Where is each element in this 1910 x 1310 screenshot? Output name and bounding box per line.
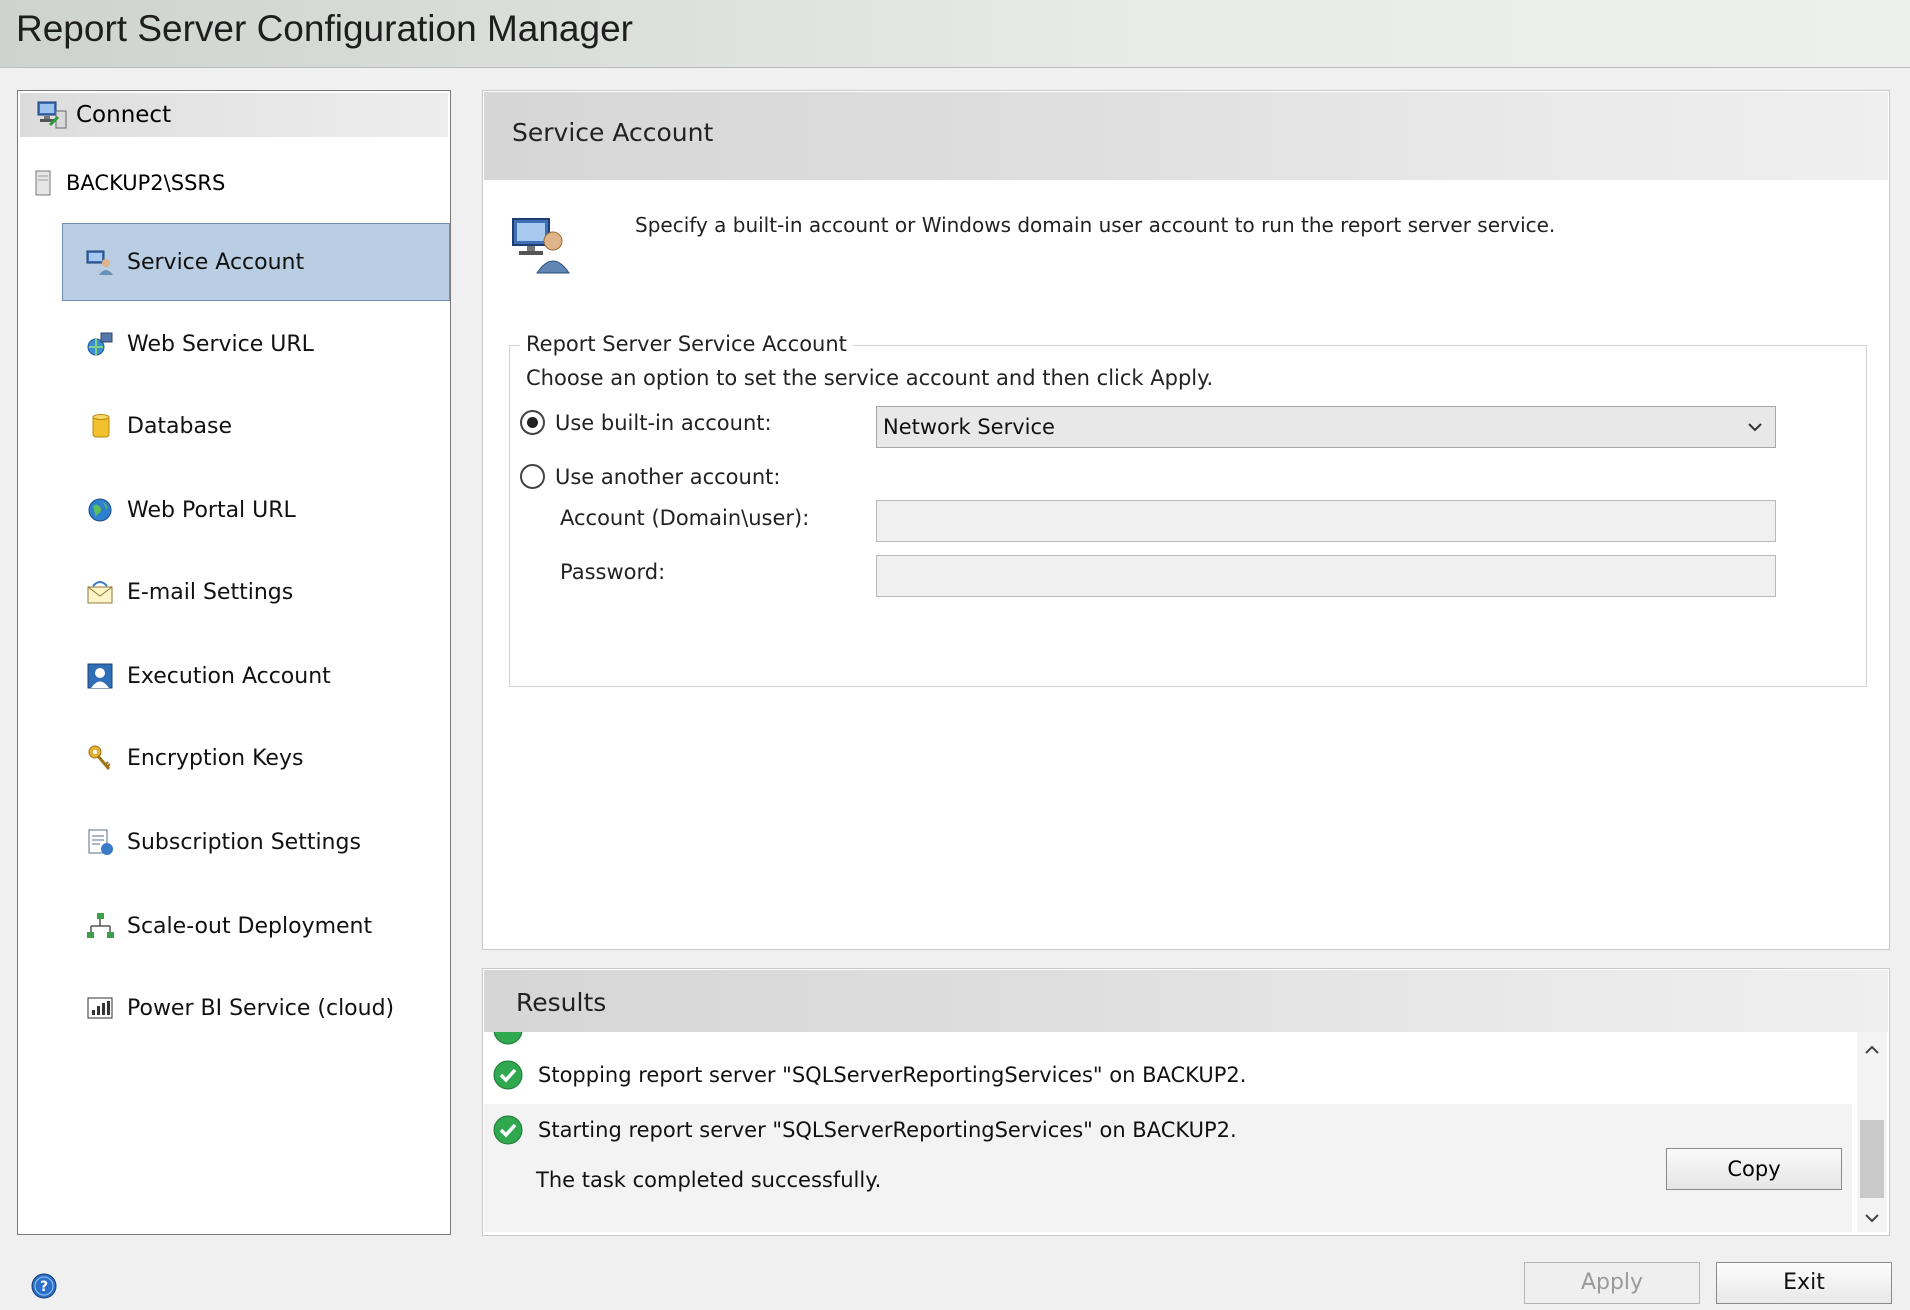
service-account-panel: Service Account Specify a built-in accou… bbox=[482, 90, 1890, 950]
globe-icon bbox=[88, 498, 112, 522]
nav-item-scale-out-deployment[interactable]: Scale-out Deployment bbox=[62, 887, 450, 965]
connect-button[interactable]: Connect bbox=[20, 93, 448, 137]
check-icon bbox=[493, 1060, 523, 1090]
results-panel: Results Stopping report server "SQLServe… bbox=[482, 968, 1890, 1236]
nav-item-label: Execution Account bbox=[127, 663, 331, 689]
group-instruction: Choose an option to set the service acco… bbox=[526, 366, 1214, 390]
nav-item-email-settings[interactable]: E-mail Settings bbox=[62, 553, 450, 631]
title-bar: Report Server Configuration Manager bbox=[0, 0, 1910, 68]
results-header: Results bbox=[484, 970, 1888, 1032]
connect-icon bbox=[37, 101, 67, 129]
chevron-down-icon[interactable] bbox=[1864, 1210, 1880, 1226]
chevron-down-icon bbox=[1748, 423, 1762, 432]
email-icon bbox=[87, 581, 113, 604]
service-account-large-icon bbox=[512, 218, 570, 274]
execution-account-icon bbox=[87, 663, 113, 689]
window-title: Report Server Configuration Manager bbox=[16, 8, 633, 49]
builtin-account-option[interactable]: Use built-in account: bbox=[520, 410, 772, 435]
nav-item-label: Web Service URL bbox=[127, 331, 314, 357]
another-account-option[interactable]: Use another account: bbox=[520, 464, 780, 489]
results-scrollbar[interactable] bbox=[1857, 1032, 1887, 1232]
keys-icon bbox=[88, 745, 111, 770]
service-account-icon bbox=[86, 250, 113, 275]
scrollbar-thumb[interactable] bbox=[1860, 1120, 1884, 1198]
builtin-account-label: Use built-in account: bbox=[555, 410, 772, 435]
result-text: Starting report server "SQLServerReporti… bbox=[538, 1118, 1237, 1142]
server-node[interactable]: BACKUP2\SSRS bbox=[32, 169, 225, 197]
panel-header: Service Account bbox=[484, 92, 1888, 180]
nav-item-web-service-url[interactable]: Web Service URL bbox=[62, 305, 450, 383]
nav-item-encryption-keys[interactable]: Encryption Keys bbox=[62, 719, 450, 797]
nav-item-label: Scale-out Deployment bbox=[127, 913, 373, 939]
nav-item-database[interactable]: Database bbox=[62, 387, 450, 465]
group-legend: Report Server Service Account bbox=[520, 332, 853, 356]
connect-label: Connect bbox=[76, 102, 172, 128]
subscription-icon bbox=[88, 829, 113, 855]
nav-item-web-portal-url[interactable]: Web Portal URL bbox=[62, 471, 450, 549]
scale-out-icon bbox=[87, 913, 114, 938]
nav-item-label: Web Portal URL bbox=[127, 497, 296, 523]
builtin-account-value: Network Service bbox=[883, 415, 1055, 439]
results-title: Results bbox=[516, 988, 607, 1017]
check-icon bbox=[493, 1115, 523, 1145]
nav-item-subscription-settings[interactable]: Subscription Settings bbox=[62, 803, 450, 881]
password-input[interactable] bbox=[876, 555, 1776, 597]
results-list: Stopping report server "SQLServerReporti… bbox=[484, 1032, 1852, 1232]
nav-item-label: Service Account bbox=[127, 249, 305, 275]
builtin-account-dropdown[interactable]: Network Service bbox=[876, 406, 1776, 448]
account-input[interactable] bbox=[876, 500, 1776, 542]
another-account-radio[interactable] bbox=[520, 464, 545, 489]
help-icon[interactable]: ? bbox=[30, 1272, 58, 1300]
builtin-account-radio[interactable] bbox=[520, 410, 545, 435]
result-text: Stopping report server "SQLServerReporti… bbox=[538, 1063, 1247, 1087]
nav-item-label: E-mail Settings bbox=[127, 579, 294, 605]
task-status-message: The task completed successfully. bbox=[536, 1168, 882, 1192]
database-icon bbox=[92, 414, 110, 438]
navigation-pane: Connect BACKUP2\SSRS Service Account Web… bbox=[17, 90, 451, 1235]
nav-item-label: Encryption Keys bbox=[127, 745, 304, 771]
another-account-label: Use another account: bbox=[555, 464, 781, 489]
password-label: Password: bbox=[560, 560, 666, 584]
nav-item-power-bi-service[interactable]: Power BI Service (cloud) bbox=[62, 969, 450, 1047]
copy-button[interactable]: Copy bbox=[1666, 1148, 1842, 1190]
exit-button[interactable]: Exit bbox=[1716, 1262, 1892, 1304]
apply-button[interactable]: Apply bbox=[1524, 1262, 1700, 1304]
panel-description: Specify a built-in account or Windows do… bbox=[635, 213, 1556, 237]
account-label: Account (Domain\user): bbox=[560, 506, 810, 530]
server-label: BACKUP2\SSRS bbox=[66, 171, 226, 195]
server-icon bbox=[35, 170, 51, 196]
nav-item-label: Subscription Settings bbox=[127, 829, 361, 855]
nav-item-label: Database bbox=[127, 413, 232, 439]
panel-title: Service Account bbox=[512, 118, 714, 147]
nav-item-execution-account[interactable]: Execution Account bbox=[62, 637, 450, 715]
web-service-url-icon bbox=[87, 332, 113, 356]
nav-item-label: Power BI Service (cloud) bbox=[127, 995, 395, 1021]
service-account-group: Report Server Service Account Choose an … bbox=[509, 332, 1867, 687]
svg-text:?: ? bbox=[40, 1279, 48, 1295]
power-bi-icon bbox=[87, 997, 113, 1019]
check-icon bbox=[493, 1032, 523, 1045]
nav-item-service-account[interactable]: Service Account bbox=[62, 223, 450, 301]
chevron-up-icon[interactable] bbox=[1864, 1042, 1880, 1058]
result-row: Stopping report server "SQLServerReporti… bbox=[484, 1046, 1852, 1104]
